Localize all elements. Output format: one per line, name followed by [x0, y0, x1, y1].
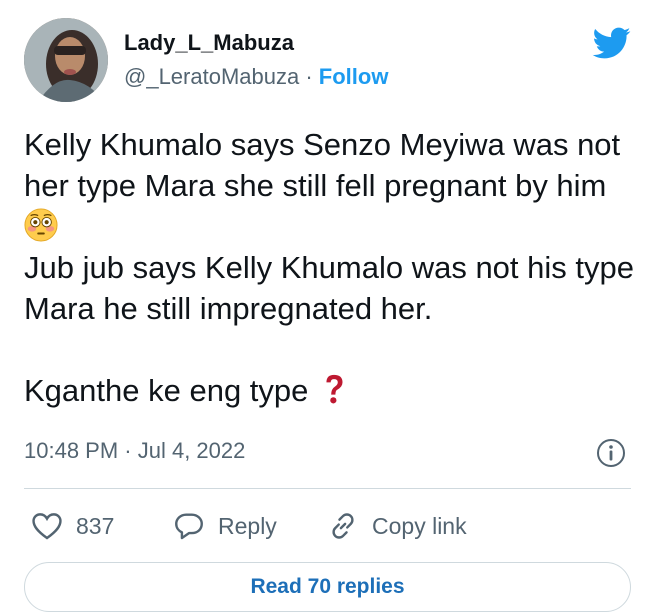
tweet-paragraph: Jub jub says Kelly Khumalo was not his t… — [24, 250, 634, 326]
display-name[interactable]: Lady_L_Mabuza — [124, 30, 388, 56]
user-info: Lady_L_Mabuza @_LeratoMabuza · Follow — [124, 30, 388, 92]
tweet-paragraph: Kelly Khumalo says Senzo Meyiwa was not … — [24, 124, 636, 247]
reply-button[interactable]: Reply — [172, 506, 277, 546]
avatar[interactable] — [24, 18, 108, 102]
copy-link-button[interactable]: Copy link — [326, 506, 467, 546]
info-icon[interactable] — [595, 437, 627, 469]
tweet-card: Lady_L_Mabuza @_LeratoMabuza · Follow Ke… — [0, 0, 655, 616]
reply-label: Reply — [218, 512, 277, 539]
reply-bubble-icon — [175, 513, 203, 540]
tweet-text: Kelly Khumalo says Senzo Meyiwa was not … — [24, 124, 636, 411]
flushed-face-icon — [24, 208, 58, 242]
red-question-mark-icon — [326, 374, 343, 404]
link-icon — [332, 513, 354, 539]
copy-link-label: Copy link — [372, 512, 467, 539]
follow-button[interactable]: Follow — [319, 64, 389, 89]
tweet-paragraph: Kganthe ke eng type — [24, 370, 636, 411]
tweet-line-3: Kganthe ke eng type — [24, 373, 309, 408]
twitter-bird-icon[interactable] — [591, 26, 631, 60]
divider — [24, 488, 631, 489]
tweet-timestamp[interactable]: 10:48 PM · Jul 4, 2022 — [24, 438, 245, 464]
like-button[interactable]: 837 — [30, 506, 114, 546]
handle-line: @_LeratoMabuza · Follow — [124, 62, 388, 92]
tweet-header: Lady_L_Mabuza @_LeratoMabuza · Follow — [24, 18, 631, 104]
handle-separator: · — [299, 64, 319, 89]
tweet-line-1: Kelly Khumalo says Senzo Meyiwa was not … — [24, 127, 621, 203]
heart-icon — [32, 513, 62, 540]
like-count: 837 — [76, 512, 115, 539]
avatar-image — [24, 18, 108, 102]
read-replies-button[interactable]: Read 70 replies — [24, 562, 631, 612]
user-handle[interactable]: @_LeratoMabuza — [124, 64, 299, 89]
